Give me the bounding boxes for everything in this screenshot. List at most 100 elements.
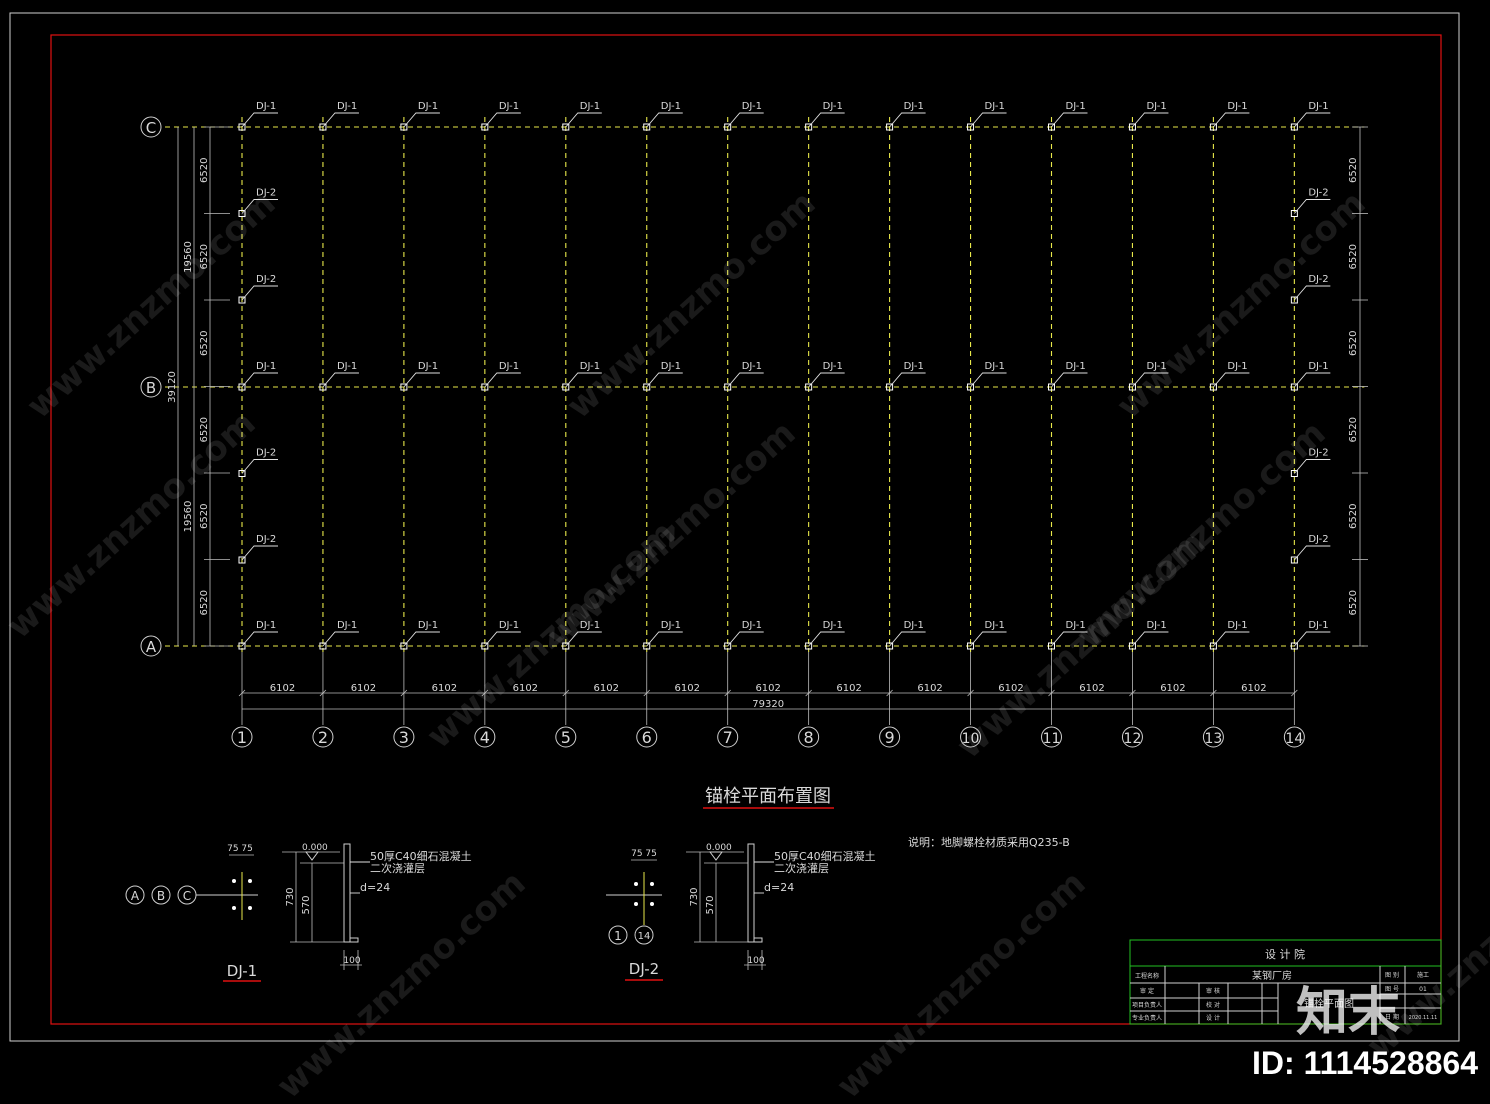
anchor-tag-3-A: DJ-1: [418, 620, 438, 631]
anchor-leader-12-A: [1132, 631, 1169, 647]
dim-bay-2: 6102: [351, 683, 376, 694]
anchor-leader-13-B: [1213, 372, 1250, 388]
axis-label-9: 9: [885, 728, 895, 747]
dim-left-bay-3: 6520: [199, 331, 210, 356]
anchor-leader-8-C: [808, 112, 845, 128]
anchor-leader-6-C: [646, 112, 683, 128]
axis-label-13: 13: [1204, 731, 1222, 747]
anchor-leader-9-C: [889, 112, 926, 128]
anchor-tag-12-C: DJ-1: [1146, 101, 1166, 112]
anchor-leader-4-C: [484, 112, 521, 128]
anchor-leader-13-A: [1213, 631, 1250, 647]
drawing-title: 锚栓平面布置图: [705, 786, 831, 807]
anchor-tag-2-A: DJ-1: [337, 620, 357, 631]
dim-left-bay-5: 6520: [199, 504, 210, 529]
anchor-leader-10-B: [970, 372, 1007, 388]
detail-dj1-grout2: 二次浇灌层: [370, 861, 425, 875]
axis-label-6: 6: [642, 728, 652, 747]
anchor-tag-5-C: DJ-1: [580, 101, 600, 112]
anchor-tag-8-A: DJ-1: [823, 620, 843, 631]
detail-dj1-embed: 570: [301, 895, 312, 914]
watermark-10: www.znzmo.com: [949, 523, 1213, 766]
anchor-bolt-plan: 1 DJ-1 DJ-1 DJ-1 2 DJ-1 DJ-1 DJ-1 3 DJ-1 DJ-1 DJ-1 4…: [140, 101, 1368, 748]
anchor-leader-11-C: [1051, 112, 1088, 128]
axis-label-7: 7: [723, 728, 733, 747]
watermark-logo: 知末: [1296, 983, 1400, 1043]
watermark-2: www.znzmo.com: [559, 183, 823, 426]
anchor-dj2-tag-1-2: DJ-2: [256, 448, 276, 459]
anchor-tag-11-C: DJ-1: [1066, 101, 1086, 112]
anchor-leader-10-A: [970, 631, 1007, 647]
dim-right-bay-3: 6520: [1348, 331, 1359, 356]
anchor-tag-9-C: DJ-1: [904, 101, 924, 112]
anchor-tag-10-C: DJ-1: [985, 101, 1005, 112]
anchor-leader-2-B: [322, 372, 359, 388]
dim-right-bay-2: 6520: [1348, 244, 1359, 269]
watermark-8: www.znzmo.com: [829, 863, 1093, 1104]
anchor-dj2-leader-1-3: [241, 545, 278, 561]
anchor-dj2-leader-14-3: [1294, 545, 1331, 561]
dim-bay-1: 6102: [270, 683, 295, 694]
anchor-leader-5-C: [565, 112, 602, 128]
dim-total-width: 79320: [752, 699, 784, 710]
detail-dj2-hook: 100: [747, 956, 764, 966]
detail-dj1-axis-a-label: A: [131, 889, 140, 903]
anchor-tag-1-C: DJ-1: [256, 101, 276, 112]
anchor-tag-12-A: DJ-1: [1146, 620, 1166, 631]
axis-label-11: 11: [1043, 731, 1061, 747]
dim-bay-5: 6102: [594, 683, 619, 694]
dim-right-bay-5: 6520: [1348, 504, 1359, 529]
anchor-leader-7-B: [727, 372, 764, 388]
dim-bay-13: 6102: [1241, 683, 1266, 694]
anchor-leader-6-B: [646, 372, 683, 388]
anchor-leader-7-A: [727, 631, 764, 647]
dim-left-bay-6: 6520: [199, 590, 210, 615]
anchor-leader-10-C: [970, 112, 1007, 128]
title-block-row-3: 专业负责人: [1132, 1014, 1162, 1022]
detail-dj1-hook: 100: [343, 956, 360, 966]
anchor-leader-6-A: [646, 631, 683, 647]
anchor-tag-14-A: DJ-1: [1308, 620, 1328, 631]
anchor-leader-14-B: [1294, 372, 1331, 388]
axis-label-5: 5: [561, 728, 571, 747]
dim-bay-8: 6102: [836, 683, 861, 694]
anchor-tag-10-A: DJ-1: [985, 620, 1005, 631]
anchor-tag-3-B: DJ-1: [418, 361, 438, 372]
anchor-dj2-tag-14-0: DJ-2: [1308, 188, 1328, 199]
anchor-tag-2-B: DJ-1: [337, 361, 357, 372]
anchor-dj2-tag-14-1: DJ-2: [1308, 274, 1328, 285]
anchor-leader-1-B: [241, 372, 278, 388]
detail-dj2-axis-14-label: 14: [638, 931, 651, 942]
anchor-tag-6-B: DJ-1: [661, 361, 681, 372]
anchor-tag-8-C: DJ-1: [823, 101, 843, 112]
anchor-tag-1-A: DJ-1: [256, 620, 276, 631]
sheet-outer-border: [9, 12, 1460, 1042]
anchor-leader-2-A: [322, 631, 359, 647]
anchor-leader-11-B: [1051, 372, 1088, 388]
detail-dj1-depth: 730: [285, 887, 296, 906]
detail-dj2-grout2: 二次浇灌层: [774, 861, 829, 875]
anchor-tag-7-C: DJ-1: [742, 101, 762, 112]
watermark-3: www.znzmo.com: [1109, 183, 1373, 426]
anchor-tag-6-A: DJ-1: [661, 620, 681, 631]
detail-dj2: 1 14 75 75 0.000 50厚C40细石混凝土 二次浇灌层 d=24 …: [606, 843, 876, 981]
anchor-tag-9-B: DJ-1: [904, 361, 924, 372]
title-block-col2-2: 校 对: [1206, 1001, 1220, 1009]
axis-label-3: 3: [399, 728, 409, 747]
anchor-leader-2-C: [322, 112, 359, 128]
dim-left-bay-1: 6520: [199, 158, 210, 183]
dim-right-bay-1: 6520: [1348, 158, 1359, 183]
anchor-tag-10-B: DJ-1: [985, 361, 1005, 372]
anchor-leader-9-B: [889, 372, 926, 388]
detail-dj1-bolt: d=24: [360, 881, 390, 894]
detail-dj2-top-dims: 75 75: [631, 849, 657, 859]
detail-dj1-grout: 50厚C40细石混凝土: [370, 849, 472, 863]
anchor-tag-7-A: DJ-1: [742, 620, 762, 631]
axis-label-4: 4: [480, 728, 490, 747]
title-block-col2-1: 审 核: [1206, 987, 1220, 995]
drawing-note: 说明：地脚螺栓材质采用Q235-B: [908, 835, 1070, 849]
anchor-leader-3-C: [403, 112, 440, 128]
anchor-tag-8-B: DJ-1: [823, 361, 843, 372]
anchor-leader-14-C: [1294, 112, 1331, 128]
title-block-row-1: 审 定: [1140, 987, 1154, 995]
